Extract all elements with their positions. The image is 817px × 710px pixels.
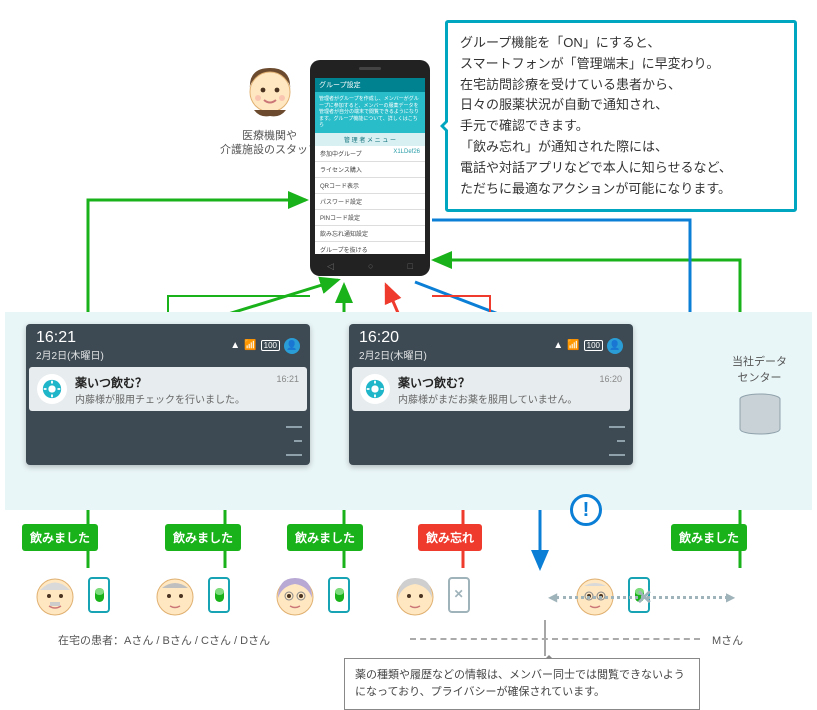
- patient-c: [250, 570, 370, 620]
- notification-taken: 16:21 2月2日(木曜日) ▲ 📶 100 👤 薬いつ飲む？ 内藤様が服用チェ…: [26, 324, 310, 465]
- speech-line: 日々の服薬状況が自動で通知され、: [460, 95, 782, 116]
- phone-menu-item[interactable]: パスワード設定: [315, 194, 425, 210]
- user-icon: 👤: [607, 338, 623, 354]
- elderly-man-icon: [570, 570, 620, 620]
- arrow-left-icon: ◀: [548, 590, 557, 604]
- patient-phone-icon: [88, 577, 110, 613]
- phone-menu-item[interactable]: PINコード設定: [315, 210, 425, 226]
- staff-face-icon: [240, 60, 300, 120]
- speech-line: 在宅訪問診療を受けている患者から、: [460, 75, 782, 96]
- speech-line: スマートフォンが「管理端末」に早変わり。: [460, 54, 782, 75]
- explanation-bubble: グループ機能を「ON」にすると、 スマートフォンが「管理端末」に早変わり。 在宅…: [445, 20, 797, 212]
- patient-m-label: Mさん: [712, 632, 743, 648]
- notif-handle-icon: [26, 414, 310, 465]
- patients-caption: 在宅の患者：Aさん / Bさん / Cさん / Dさん: [58, 632, 270, 648]
- staff-label-1: 医療機関や: [242, 130, 297, 142]
- notif-date: 2月2日(木曜日): [359, 347, 427, 362]
- phone-menu-item[interactable]: 飲み忘れ通知設定: [315, 226, 425, 242]
- x-icon: ✕: [454, 587, 464, 601]
- blocked-x-icon: ✕: [636, 585, 653, 610]
- patients-ellipsis-line: [410, 638, 700, 640]
- data-center: 当社データ センター: [732, 353, 787, 438]
- patients-row: ✕: [10, 570, 807, 620]
- staff-label-2: 介護施設のスタッフ: [220, 144, 319, 156]
- app-icon: [360, 374, 390, 404]
- dc-label-1: 当社データ: [732, 353, 787, 369]
- wifi-icon: ▲: [230, 340, 240, 351]
- database-icon: [738, 393, 782, 435]
- signal-icon: 📶: [244, 340, 256, 351]
- status-tag-taken: 飲みました: [671, 524, 747, 551]
- staff-figure: 医療機関や 介護施設のスタッフ: [220, 60, 319, 158]
- notif-timestamp: 16:20: [599, 374, 622, 384]
- speech-line: 手元で確認できます。: [460, 116, 782, 137]
- patient-a: [10, 570, 130, 620]
- patient-phone-icon: [208, 577, 230, 613]
- speech-line: 電話や対話アプリなどで本人に知らせるなど、: [460, 158, 782, 179]
- phone-info-banner: 管理者がグループを作成し、メンバーがグループに参加すると、メンバーの服薬データを…: [315, 92, 425, 133]
- notif-title: 薬いつ飲む？: [75, 374, 268, 391]
- status-icons: ▲ 📶 100 👤: [553, 338, 623, 354]
- patient-phone-icon: [328, 577, 350, 613]
- notif-timestamp: 16:21: [276, 374, 299, 384]
- pill-icon: [333, 587, 346, 603]
- notif-message: 内藤様がまだお薬を服用していません。: [398, 391, 591, 406]
- notif-handle-icon: [349, 414, 633, 465]
- pill-icon: [93, 587, 106, 603]
- phone-menu-item[interactable]: QRコード表示: [315, 178, 425, 194]
- patient-b: [130, 570, 250, 620]
- phone-menu-item[interactable]: 参加中グループX1LDef26: [315, 146, 425, 162]
- phone-nav-bar: ◁○□: [310, 261, 430, 272]
- notif-time: 16:20: [359, 329, 427, 347]
- patient-d: ✕: [370, 570, 490, 620]
- notif-message: 内藤様が服用チェックを行いました。: [75, 391, 268, 406]
- notification-missed: 16:20 2月2日(木曜日) ▲ 📶 100 👤 薬いつ飲む？ 内藤様がまだお薬…: [349, 324, 633, 465]
- elderly-woman-icon: [390, 570, 440, 620]
- phone-menu-item[interactable]: ライセンス購入: [315, 162, 425, 178]
- privacy-note: 薬の種類や履歴などの情報は、メンバー同士では閲覧できないようになっており、プライ…: [344, 658, 700, 710]
- patient-phone-icon: ✕: [448, 577, 470, 613]
- app-icon: [37, 374, 67, 404]
- status-tag-taken: 飲みました: [287, 524, 363, 551]
- status-tag-missed: 飲み忘れ: [418, 524, 482, 551]
- phone-menu-item[interactable]: グループを抜ける: [315, 242, 425, 255]
- arrow-right-icon: ▶: [726, 590, 735, 604]
- pill-icon: [213, 587, 226, 603]
- status-tag-taken: 飲みました: [165, 524, 241, 551]
- battery-level: 100: [584, 340, 603, 351]
- status-tag-taken: 飲みました: [22, 524, 98, 551]
- admin-smartphone: グループ設定 管理者がグループを作成し、メンバーがグループに参加すると、メンバー…: [310, 60, 430, 276]
- notif-title: 薬いつ飲む？: [398, 374, 591, 391]
- status-icons: ▲ 📶 100 👤: [230, 338, 300, 354]
- speech-line: グループ機能を「ON」にすると、: [460, 33, 782, 54]
- alert-icon: !: [570, 494, 602, 526]
- speech-line: ただちに最適なアクションが可能になります。: [460, 179, 782, 200]
- elderly-man-icon: [30, 570, 80, 620]
- phone-app-title: グループ設定: [315, 78, 425, 92]
- speech-line: 「飲み忘れ」が通知された際には、: [460, 137, 782, 158]
- battery-level: 100: [261, 340, 280, 351]
- elderly-man-icon: [150, 570, 200, 620]
- notif-time: 16:21: [36, 329, 104, 347]
- signal-icon: 📶: [567, 340, 579, 351]
- wifi-icon: ▲: [553, 340, 563, 351]
- dc-label-2: センター: [732, 369, 787, 385]
- phone-menu-header: 管 理 者 メ ニ ュ ー: [315, 133, 425, 146]
- user-icon: 👤: [284, 338, 300, 354]
- elderly-woman-icon: [270, 570, 320, 620]
- notif-date: 2月2日(木曜日): [36, 347, 104, 362]
